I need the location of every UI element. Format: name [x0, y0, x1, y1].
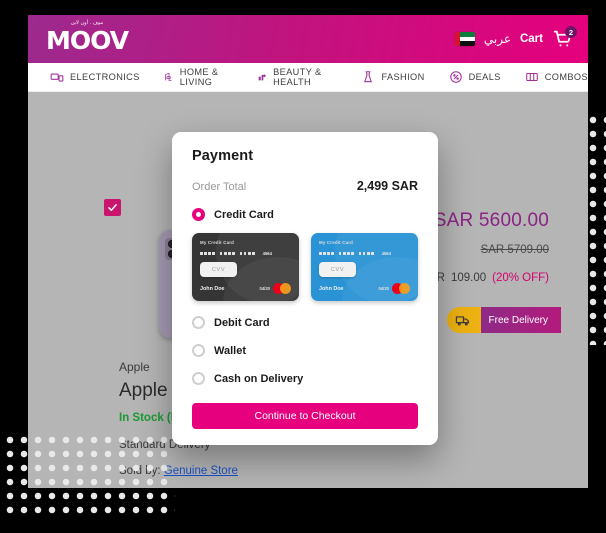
cart-item-count-badge: 2: [565, 26, 577, 38]
mastercard-icon: [273, 283, 291, 294]
order-total-label: Order Total: [192, 181, 247, 193]
site-logo[interactable]: موف . أون لاين MOOV: [46, 20, 129, 55]
card-nickname: My Credit Card: [200, 240, 235, 245]
radio-wallet[interactable]: [192, 344, 205, 357]
order-total-value: 2,499 SAR: [356, 179, 418, 193]
payment-option-label: Debit Card: [214, 316, 270, 329]
delivery-truck-icon: [446, 307, 481, 333]
payment-modal: Payment Order Total 2,499 SAR Credit Car…: [172, 132, 438, 445]
card-last4: 4564: [381, 251, 391, 256]
nav-item-electronics[interactable]: ELECTRONICS: [50, 70, 140, 84]
card-nickname: My Credit Card: [319, 240, 354, 245]
payment-option-label: Credit Card: [214, 208, 274, 221]
dress-icon: [364, 71, 373, 83]
product-price-old: SAR 5709.00: [480, 244, 549, 256]
discount-tag-icon: [449, 71, 462, 83]
payment-modal-title: Payment: [192, 148, 254, 164]
free-delivery-badge: Free Delivery: [446, 307, 561, 333]
nav-item-deals[interactable]: DEALS: [449, 70, 501, 84]
card-expiry: 04/20: [259, 286, 270, 291]
savings-amount: 109.00: [450, 272, 487, 284]
card-number-masked: 4564: [200, 251, 291, 256]
nav-label: DEALS: [468, 72, 501, 82]
continue-to-checkout-button[interactable]: Continue to Checkout: [192, 403, 418, 429]
nav-label: BEAUTY & HEALTH: [273, 67, 322, 87]
card-holder-name: John Doe: [319, 285, 344, 292]
checkbox-checked-icon[interactable]: [104, 199, 121, 216]
card-last4: 4564: [262, 251, 272, 256]
mastercard-icon: [392, 283, 410, 294]
card-number-masked: 4564: [319, 251, 410, 256]
product-brand: Apple: [119, 360, 150, 374]
screenshot-stage: موف . أون لاين MOOV عربي Cart 2 ELECTRON…: [0, 0, 606, 533]
cvv-input[interactable]: CVV: [200, 262, 237, 277]
cosmetics-icon: [258, 74, 266, 81]
order-total-row: Order Total 2,499 SAR: [192, 179, 418, 193]
card-footer: John Doe 04/20: [200, 283, 291, 294]
payment-option-label: Cash on Delivery: [214, 372, 304, 385]
uae-flag-icon: [454, 32, 475, 46]
card-expiry: 04/20: [378, 286, 389, 291]
payment-option-wallet[interactable]: Wallet: [192, 344, 418, 357]
saved-card-tile[interactable]: My Credit Card 4564 CVV John Doe 04/20: [192, 233, 299, 301]
nav-label: HOME & LIVING: [179, 67, 219, 87]
saved-card-tile[interactable]: My Credit Card 4564 CVV John Doe 04/20: [311, 233, 418, 301]
payment-option-credit-card[interactable]: Credit Card: [192, 208, 418, 221]
nav-label: ELECTRONICS: [70, 72, 140, 82]
product-savings-row: SAR 109.00 (20% OFF): [421, 272, 549, 284]
card-holder-name: John Doe: [200, 285, 225, 292]
decorative-dot-pattern-bottom: [0, 430, 175, 520]
nav-item-fashion[interactable]: FASHION: [361, 70, 424, 84]
shopping-cart-icon[interactable]: 2: [552, 26, 577, 50]
logo-wordmark: MOOV: [46, 26, 129, 55]
language-switch-arabic[interactable]: عربي: [484, 32, 511, 46]
payment-option-debit-card[interactable]: Debit Card: [192, 316, 418, 329]
cvv-input[interactable]: CVV: [319, 262, 356, 277]
cart-link-label[interactable]: Cart: [520, 33, 543, 45]
nav-item-beauty-health[interactable]: BEAUTY & HEALTH: [257, 67, 337, 87]
nav-item-combos[interactable]: COMBOS: [525, 70, 588, 84]
category-navigation: ELECTRONICS HOME & LIVING BEAUTY & HEALT…: [28, 63, 588, 92]
header-actions: عربي Cart 2: [454, 15, 577, 63]
devices-icon: [50, 73, 64, 82]
nav-label: COMBOS: [544, 72, 588, 82]
discount-percentage: (20% OFF): [492, 272, 549, 284]
saved-cards-list: My Credit Card 4564 CVV John Doe 04/20 M…: [192, 233, 418, 301]
radio-credit-card[interactable]: [192, 208, 205, 221]
payment-option-label: Wallet: [214, 344, 246, 357]
radio-debit-card[interactable]: [192, 316, 205, 329]
card-footer: John Doe 04/20: [319, 283, 410, 294]
payment-option-cash-on-delivery[interactable]: Cash on Delivery: [192, 372, 418, 385]
product-price-current: SAR 5600.00: [433, 210, 549, 231]
free-delivery-label: Free Delivery: [480, 307, 561, 333]
nav-label: FASHION: [381, 72, 425, 82]
nav-item-home-living[interactable]: HOME & LIVING: [164, 67, 233, 87]
lamp-icon: [165, 72, 172, 81]
site-header: موف . أون لاين MOOV عربي Cart 2: [28, 15, 588, 63]
logo-arabic-text: موف . أون لاين: [70, 20, 104, 26]
radio-cash-on-delivery[interactable]: [192, 372, 205, 385]
combo-box-icon: [525, 72, 538, 82]
